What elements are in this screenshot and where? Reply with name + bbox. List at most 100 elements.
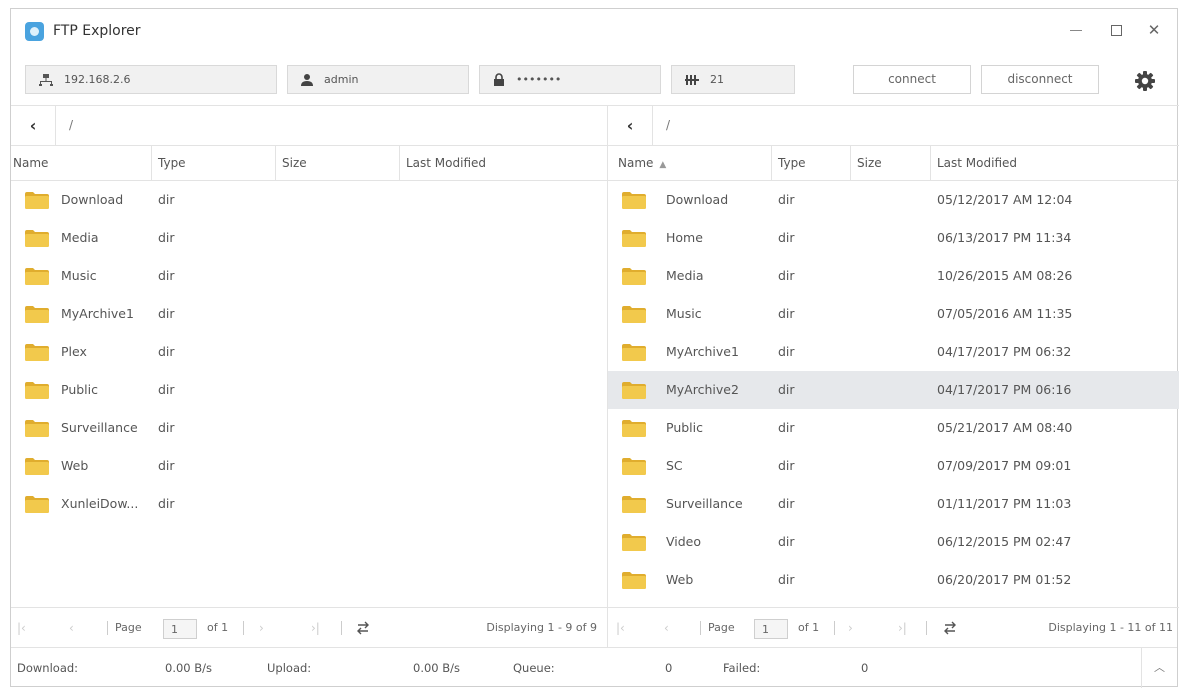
folder-icon: [25, 192, 49, 209]
file-type: dir: [778, 192, 795, 207]
close-button[interactable]: ✕: [1137, 17, 1171, 43]
column-type[interactable]: Type: [771, 146, 850, 181]
password-field[interactable]: [479, 65, 661, 94]
password-input[interactable]: [516, 73, 661, 86]
table-row[interactable]: Music dir 07/05/2016 AM 11:35: [608, 295, 1179, 333]
app-logo-icon: [25, 22, 44, 41]
file-name: Web: [666, 572, 694, 587]
host-input[interactable]: [64, 73, 214, 86]
file-name: Plex: [61, 344, 87, 359]
table-row[interactable]: Web dir: [11, 447, 607, 485]
file-name: SC: [666, 458, 683, 473]
table-row[interactable]: Plex dir: [11, 333, 607, 371]
column-type[interactable]: Type: [151, 146, 275, 181]
folder-icon: [622, 230, 646, 247]
table-row[interactable]: Home dir 06/13/2017 PM 11:34: [608, 219, 1179, 257]
table-row[interactable]: MyArchive1 dir 04/17/2017 PM 06:32: [608, 333, 1179, 371]
column-size[interactable]: Size: [850, 146, 930, 181]
maximize-button[interactable]: [1099, 17, 1133, 43]
table-row[interactable]: Public dir: [11, 371, 607, 409]
folder-icon: [622, 420, 646, 437]
settings-button[interactable]: [1135, 71, 1155, 91]
minimize-button[interactable]: [1059, 17, 1093, 43]
file-name: Public: [666, 420, 703, 435]
disconnect-button[interactable]: disconnect: [981, 65, 1099, 94]
file-type: dir: [778, 344, 795, 359]
remote-path-bar: ‹ /: [608, 106, 1179, 146]
file-type: dir: [158, 382, 175, 397]
local-path[interactable]: /: [69, 118, 73, 132]
page-input[interactable]: [754, 619, 788, 639]
table-row[interactable]: Web dir 06/20/2017 PM 01:52: [608, 561, 1179, 599]
refresh-swap-icon[interactable]: [942, 620, 958, 636]
table-row[interactable]: Media dir: [11, 219, 607, 257]
file-type: dir: [158, 458, 175, 473]
file-type: dir: [778, 534, 795, 549]
page-label: Page: [115, 621, 142, 634]
remote-back-button[interactable]: ‹: [618, 116, 642, 136]
remote-path[interactable]: /: [666, 118, 670, 132]
folder-icon: [622, 496, 646, 513]
folder-icon: [25, 496, 49, 513]
last-page-button[interactable]: ›|: [898, 608, 907, 648]
file-name: Public: [61, 382, 98, 397]
connect-button[interactable]: connect: [853, 65, 971, 94]
table-row[interactable]: Download dir 05/12/2017 AM 12:04: [608, 181, 1179, 219]
folder-icon: [622, 268, 646, 285]
table-row[interactable]: Public dir 05/21/2017 AM 08:40: [608, 409, 1179, 447]
column-last-modified[interactable]: Last Modified: [930, 146, 1179, 181]
file-type: dir: [778, 382, 795, 397]
file-type: dir: [158, 344, 175, 359]
table-row[interactable]: Video dir 06/12/2015 PM 02:47: [608, 523, 1179, 561]
table-row[interactable]: Music dir: [11, 257, 607, 295]
next-page-button[interactable]: ›: [848, 608, 853, 648]
table-row[interactable]: XunleiDow... dir: [11, 485, 607, 523]
last-page-button[interactable]: ›|: [311, 608, 320, 648]
folder-icon: [25, 420, 49, 437]
file-modified: 06/12/2015 PM 02:47: [937, 534, 1072, 549]
next-page-button[interactable]: ›: [259, 608, 264, 648]
first-page-button[interactable]: |‹: [17, 608, 26, 648]
file-name: MyArchive1: [61, 306, 134, 321]
table-row[interactable]: Media dir 10/26/2015 AM 08:26: [608, 257, 1179, 295]
table-row[interactable]: Surveillance dir 01/11/2017 PM 11:03: [608, 485, 1179, 523]
file-modified: 05/21/2017 AM 08:40: [937, 420, 1073, 435]
file-type: dir: [778, 496, 795, 511]
user-field[interactable]: [287, 65, 469, 94]
refresh-swap-icon[interactable]: [355, 620, 371, 636]
port-input[interactable]: [710, 73, 770, 86]
column-last-modified[interactable]: Last Modified: [399, 146, 608, 181]
file-type: dir: [778, 268, 795, 283]
folder-icon: [25, 306, 49, 323]
table-row[interactable]: Surveillance dir: [11, 409, 607, 447]
user-input[interactable]: [324, 73, 469, 86]
folder-icon: [25, 382, 49, 399]
file-type: dir: [158, 230, 175, 245]
sort-ascending-icon: ▲: [659, 160, 667, 170]
prev-page-button[interactable]: ‹: [69, 608, 74, 648]
table-row[interactable]: MyArchive1 dir: [11, 295, 607, 333]
page-input[interactable]: [163, 619, 197, 639]
port-field[interactable]: [671, 65, 795, 94]
column-size[interactable]: Size: [275, 146, 399, 181]
file-type: dir: [158, 192, 175, 207]
file-name: Home: [666, 230, 703, 245]
file-name: Surveillance: [666, 496, 743, 511]
folder-icon: [25, 458, 49, 475]
host-field[interactable]: [25, 65, 277, 94]
column-name[interactable]: Name: [11, 146, 151, 181]
column-name[interactable]: Name ▲: [616, 146, 771, 181]
collapse-button[interactable]: ︿: [1141, 648, 1177, 688]
user-icon: [300, 72, 314, 88]
first-page-button[interactable]: |‹: [616, 608, 625, 648]
local-back-button[interactable]: ‹: [21, 116, 45, 136]
file-name: Media: [61, 230, 99, 245]
file-type: dir: [778, 458, 795, 473]
table-row[interactable]: SC dir 07/09/2017 PM 09:01: [608, 447, 1179, 485]
table-row[interactable]: MyArchive2 dir 04/17/2017 PM 06:16: [608, 371, 1179, 409]
file-name: MyArchive2: [666, 382, 739, 397]
remote-pane: ‹ / Name ▲ Type Size Last Modified Downlo…: [608, 105, 1179, 636]
file-type: dir: [158, 268, 175, 283]
prev-page-button[interactable]: ‹: [664, 608, 669, 648]
table-row[interactable]: Download dir: [11, 181, 607, 219]
